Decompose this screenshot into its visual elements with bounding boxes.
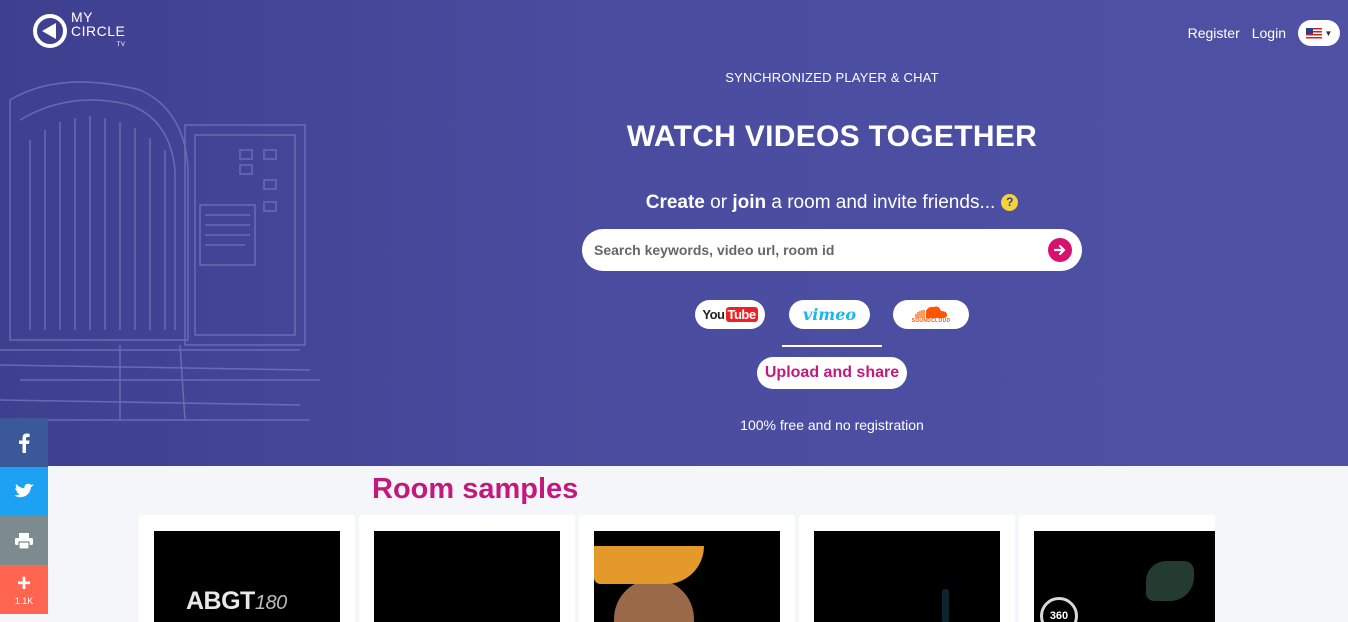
logo-line1: MY [71,9,93,25]
thumbnail-figure [1146,561,1194,601]
free-notice: 100% free and no registration [740,417,924,433]
print-button[interactable] [0,516,48,565]
room-card[interactable] [799,515,1015,622]
thumbnail-letterbox [374,531,560,546]
logo-line2: CIRCLE [71,23,126,39]
youtube-logo-you: You [702,307,725,322]
search-submit-button[interactable] [1048,238,1072,262]
room-card[interactable]: 360 [1019,515,1215,622]
chevron-down-icon: ▼ [1324,28,1333,38]
search-bar [582,229,1082,271]
hero-subtitle: SYNCHRONIZED PLAYER & CHAT [725,70,939,85]
help-icon[interactable]: ? [1001,193,1019,211]
hero-tagline: Create or join a room and invite friends… [0,192,1348,214]
soundcloud-label: SOUNDCLOUD [911,318,951,324]
print-icon [15,532,33,550]
logo-tv: TV [116,42,126,48]
youtube-logo-tube: Tube [725,307,758,322]
thumbnail-figure [942,589,949,622]
room-thumbnail[interactable] [594,531,780,622]
thumbnail-face [614,579,694,622]
tagline-join: join [732,192,767,213]
plus-icon: + [16,570,31,597]
thumbnail-text: ABGT [186,587,255,615]
thumbnail-turban [594,546,704,584]
tab-soundcloud[interactable]: SOUNDCLOUD [893,300,969,329]
us-flag-icon [1305,27,1322,39]
more-share-button[interactable]: + 1.1K [0,565,48,614]
tagline-rest: a room and invite friends... [766,192,996,213]
soundcloud-cloud-icon [915,306,947,318]
room-thumbnail[interactable]: 360 [1034,531,1215,622]
top-nav: Register Login ▼ [1188,20,1340,46]
soundcloud-logo: SOUNDCLOUD [912,305,951,324]
logo-play-icon [33,14,67,48]
login-link[interactable]: Login [1252,25,1286,41]
room-card[interactable] [579,515,795,622]
room-thumbnail[interactable] [814,531,1000,622]
mycircle-logo[interactable]: MY CIRCLE TV [32,10,125,52]
search-input[interactable] [594,229,1034,271]
upload-and-share-button[interactable]: Upload and share [757,357,907,389]
tab-vimeo[interactable]: vimeo [789,300,870,329]
room-samples-title: Room samples [372,473,579,505]
logo-text: MY CIRCLE TV [71,10,125,52]
thumbnail-number: 180 [254,592,287,614]
room-thumbnail[interactable] [374,531,560,622]
active-tab-underline [782,345,882,347]
hero-title: WATCH VIDEOS TOGETHER [626,120,1038,153]
tagline-create: Create [645,192,705,213]
social-share-bar: + 1.1K [0,418,48,614]
room-card[interactable]: ABGT180 [139,515,355,622]
twitter-icon [14,483,35,497]
facebook-share-button[interactable] [0,418,48,467]
tagline-or: or [704,192,733,213]
register-link[interactable]: Register [1188,25,1240,41]
language-selector[interactable]: ▼ [1298,20,1340,46]
thumbnail-caption: ABGT180 [186,587,287,616]
vimeo-logo: vimeo [802,305,857,324]
hero-section: MY CIRCLE TV Register Login ▼ SYNCHRONIZ… [0,0,1348,466]
arrow-right-icon [1053,244,1066,256]
room-thumbnail[interactable]: ABGT180 [154,531,340,622]
twitter-share-button[interactable] [0,467,48,516]
facebook-icon [19,433,30,453]
tab-youtube[interactable]: You Tube [695,300,765,329]
360-badge: 360 [1040,597,1078,622]
room-card[interactable] [359,515,575,622]
share-count: 1.1K [14,596,34,606]
